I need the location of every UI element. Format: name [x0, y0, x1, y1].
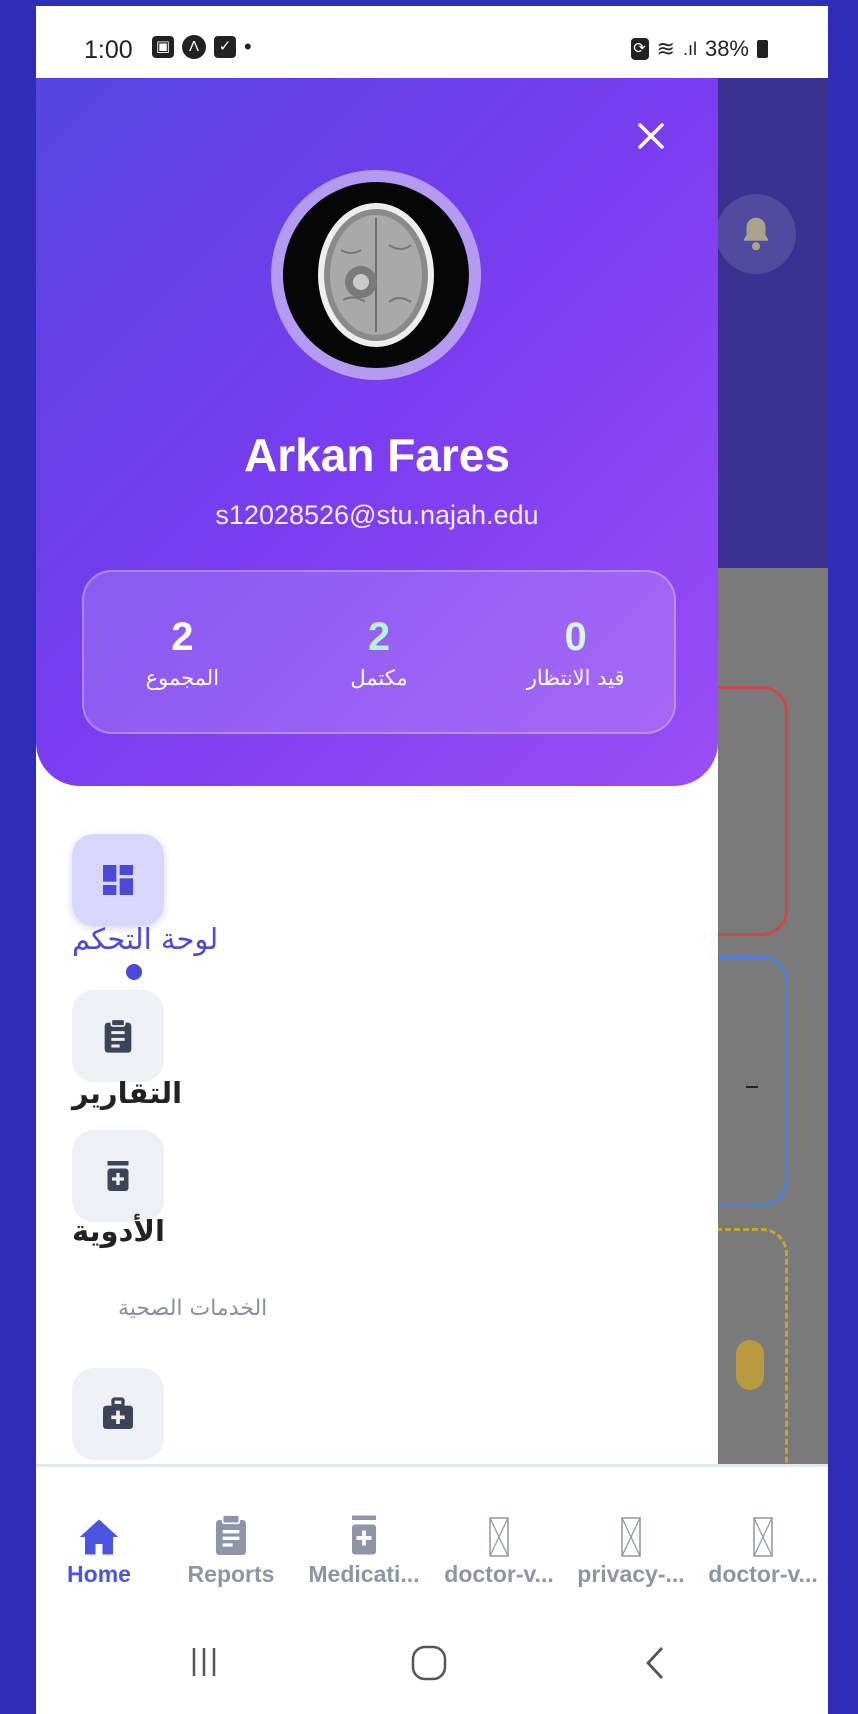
battery-saver-icon: ⟳	[630, 38, 649, 60]
navigation-drawer: Arkan Fares s12028526@stu.najah.edu 2 ال…	[36, 78, 718, 1464]
active-indicator-dot	[126, 964, 142, 980]
stat-total: 2 المجموع	[102, 615, 262, 690]
stat-completed-value: 2	[367, 614, 391, 659]
broken-image-icon	[753, 1517, 773, 1557]
nav-privacy[interactable]: privacy-...	[568, 1511, 694, 1588]
medication-icon	[107, 1161, 129, 1191]
broken-image-icon	[489, 1517, 509, 1557]
bell-icon	[743, 217, 769, 251]
stat-pending: 0 قيد الانتظار	[496, 615, 656, 690]
home-system-button[interactable]	[410, 1644, 448, 1691]
battery-icon	[757, 40, 768, 58]
app-a-icon: Λ	[182, 35, 206, 59]
nav-reports[interactable]: Reports	[168, 1511, 294, 1588]
close-icon	[638, 123, 664, 149]
stat-pending-label: قيد الانتظار	[526, 665, 625, 690]
menu-item-medications-label[interactable]: الأدوية	[72, 1214, 165, 1248]
menu-item-health-service[interactable]	[72, 1368, 164, 1460]
brain-scan-icon	[318, 203, 434, 347]
nav-doctor-view-2-label: doctor-v...	[708, 1561, 818, 1587]
recent-apps-button[interactable]	[186, 1644, 222, 1689]
nav-home[interactable]: Home	[36, 1511, 162, 1588]
menu-item-dashboard[interactable]	[72, 834, 164, 926]
nav-medications[interactable]: Medicati...	[301, 1511, 427, 1588]
recent-apps-icon	[192, 1648, 216, 1676]
section-title-health-services: الخدمات الصحية	[118, 1296, 268, 1321]
medication-icon	[352, 1515, 376, 1555]
more-dot-icon: •	[244, 34, 252, 59]
phone-screen: 1:00 ▣ Λ ✓ • ⟳ ≋ .ıl 38% Arkan Fares s12…	[36, 6, 828, 1714]
background-dash	[746, 1086, 758, 1088]
gallery-icon: ▣	[152, 36, 174, 58]
medical-bag-icon	[103, 1397, 133, 1429]
nav-doctor-view-1-label: doctor-v...	[444, 1561, 554, 1587]
dashboard-icon	[103, 865, 133, 895]
menu-item-medications[interactable]	[72, 1130, 164, 1222]
broken-image-icon	[621, 1517, 641, 1557]
status-bar: 1:00 ▣ Λ ✓ • ⟳ ≋ .ıl 38%	[36, 6, 828, 78]
back-icon	[646, 1647, 664, 1679]
user-email: s12028526@stu.najah.edu	[215, 500, 539, 530]
close-drawer-button[interactable]	[626, 114, 676, 164]
signal-icon: .ıl	[682, 38, 697, 59]
menu-item-dashboard-label[interactable]: لوحة التحكم	[72, 922, 218, 956]
user-name: Arkan Fares	[244, 429, 510, 481]
avatar-image	[283, 182, 469, 368]
status-time: 1:00	[84, 36, 133, 64]
wifi-icon: ≋	[656, 36, 675, 61]
nav-home-label: Home	[67, 1561, 131, 1587]
stat-total-label: المجموع	[145, 665, 220, 690]
clipboard-icon	[216, 1514, 246, 1555]
background-yellow-shape	[736, 1340, 764, 1390]
stat-completed: 2 مكتمل	[299, 615, 459, 690]
bottom-navigation: Home Reports Medicati... doctor-v... pri…	[36, 1464, 828, 1617]
menu-item-reports-label[interactable]: التقارير	[72, 1076, 182, 1110]
nav-privacy-label: privacy-...	[577, 1561, 685, 1587]
clipboard-icon	[104, 1018, 132, 1053]
stat-completed-label: مكتمل	[350, 665, 408, 690]
stats-panel: 2 المجموع 2 مكتمل 0 قيد الانتظار	[82, 570, 676, 734]
battery-percent: 38%	[704, 36, 749, 61]
checkbox-icon: ✓	[214, 36, 236, 58]
menu-item-reports[interactable]	[72, 990, 164, 1082]
status-notification-icons: ▣ Λ ✓ •	[152, 34, 252, 60]
nav-medications-label: Medicati...	[308, 1561, 420, 1587]
back-button[interactable]	[640, 1644, 670, 1691]
stat-total-value: 2	[171, 614, 194, 659]
home-icon	[79, 1519, 119, 1555]
avatar[interactable]	[271, 170, 481, 380]
stat-pending-value: 0	[564, 614, 587, 659]
nav-reports-label: Reports	[187, 1561, 275, 1587]
drawer-header: Arkan Fares s12028526@stu.najah.edu 2 ال…	[36, 78, 718, 786]
home-circle-icon	[411, 1645, 447, 1681]
nav-doctor-view-2[interactable]: doctor-v...	[700, 1511, 826, 1588]
status-system-icons: ⟳ ≋ .ıl 38%	[630, 36, 768, 62]
nav-doctor-view-1[interactable]: doctor-v...	[436, 1511, 562, 1588]
notification-bell-button[interactable]	[716, 194, 796, 274]
system-navigation-bar	[36, 1614, 828, 1714]
